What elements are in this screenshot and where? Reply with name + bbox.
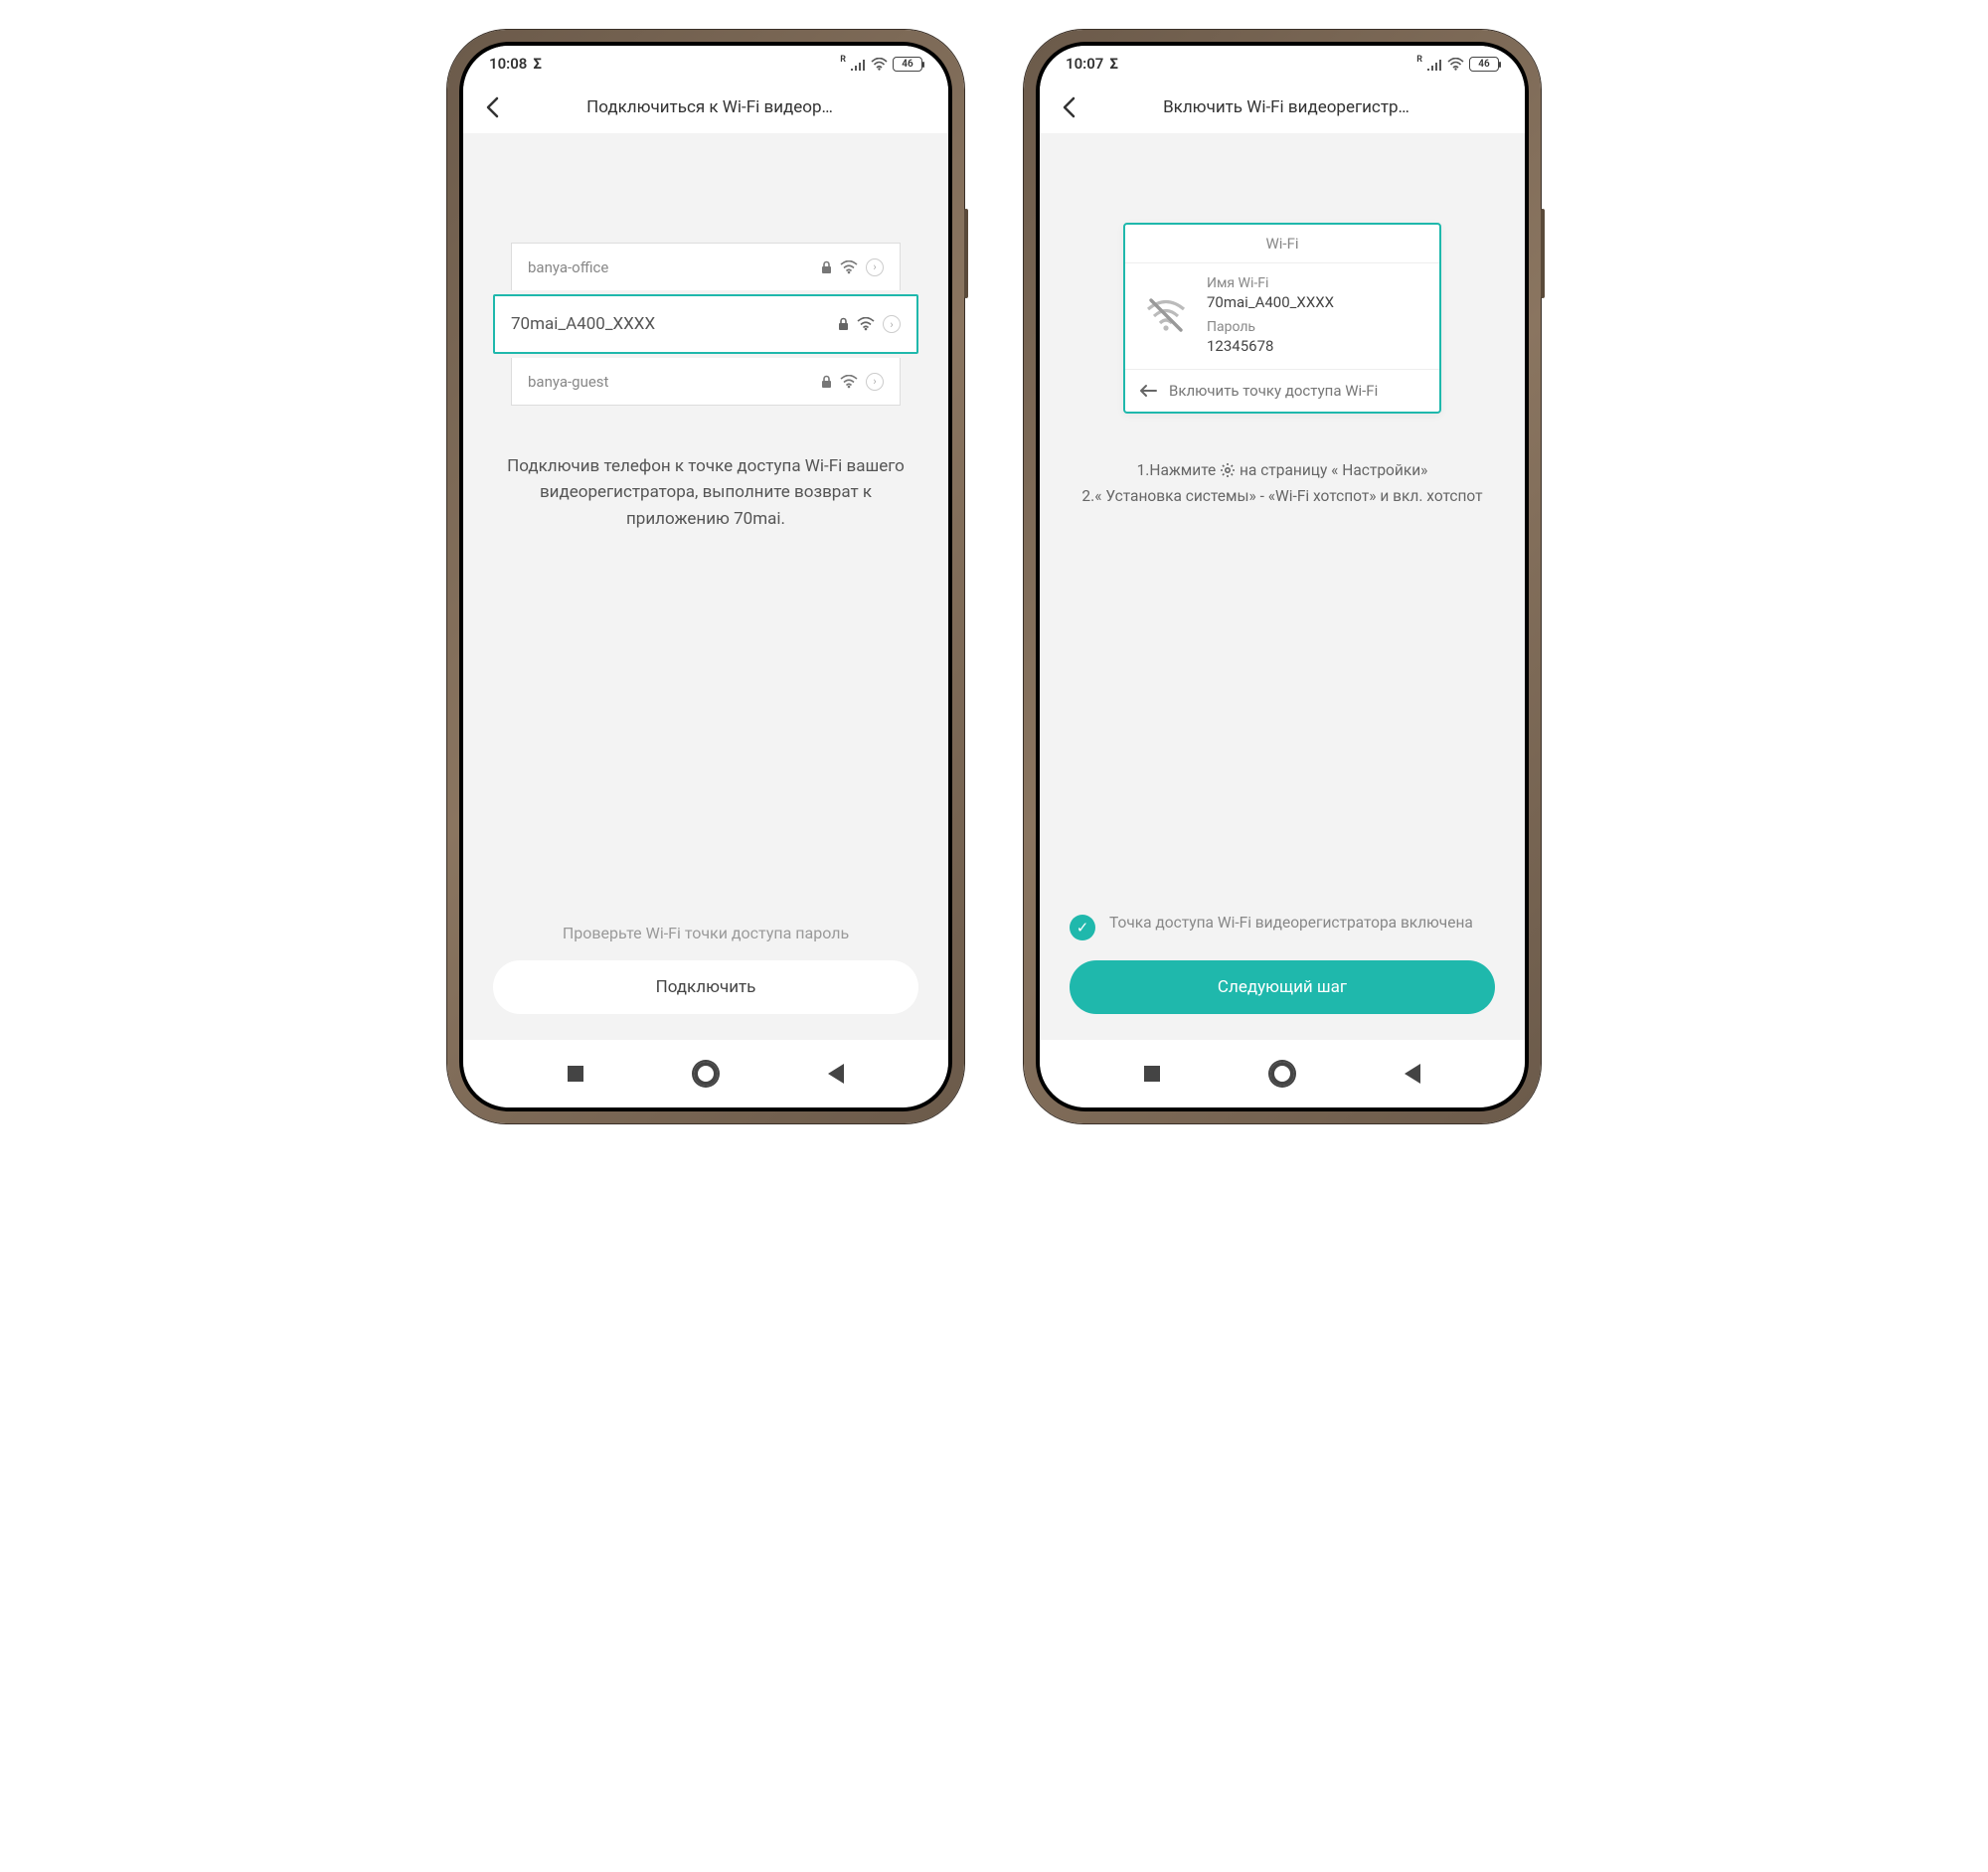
confirm-label: Точка доступа Wi-Fi видеорегистратора вк… bbox=[1109, 913, 1473, 935]
screen-bezel: 10:08 Σ R 46 Подключиться к Wi-Fi видеор… bbox=[459, 42, 952, 1111]
instruction-line-2: 2.« Установка системы» - «Wi-Fi хотспот»… bbox=[1070, 483, 1495, 509]
system-nav-bar bbox=[1040, 1040, 1525, 1107]
network-label: R bbox=[1416, 55, 1422, 65]
wifi-password-label: Пароль bbox=[1207, 319, 1334, 335]
page-title: Включить Wi-Fi видеорегистр… bbox=[1093, 97, 1479, 117]
wifi-signal-icon bbox=[840, 260, 858, 274]
app-header: Подключиться к Wi-Fi видеор… bbox=[463, 82, 948, 133]
wifi-item-selected[interactable]: 70mai_A400_XXXX › bbox=[493, 294, 918, 354]
connect-button-label: Подключить bbox=[656, 977, 756, 997]
instruction-text: Подключив телефон к точке доступа Wi-Fi … bbox=[493, 453, 918, 532]
wifi-off-icon bbox=[1143, 292, 1189, 338]
battery-icon: 46 bbox=[1469, 57, 1499, 72]
status-time: 10:08 bbox=[489, 55, 527, 73]
lock-icon bbox=[838, 317, 849, 331]
phone-right: 10:07 Σ R 46 Включить Wi-Fi видеорегистр… bbox=[1024, 30, 1541, 1123]
wifi-name: banya-office bbox=[528, 258, 813, 276]
check-icon: ✓ bbox=[1070, 915, 1095, 940]
wifi-icon bbox=[871, 58, 888, 71]
wifi-list: banya-office › 70mai_A400_XXXX › bbox=[493, 243, 918, 406]
back-button[interactable] bbox=[1058, 96, 1079, 118]
wifi-name-label: Имя Wi-Fi bbox=[1207, 275, 1334, 291]
card-footer-label: Включить точку доступа Wi-Fi bbox=[1169, 382, 1378, 400]
wifi-info-card: Wi-Fi Имя Wi-Fi 70mai_A400_XXXX bbox=[1123, 223, 1441, 414]
app-header: Включить Wi-Fi видеорегистр… bbox=[1040, 82, 1525, 133]
nav-back-icon[interactable] bbox=[1405, 1064, 1420, 1084]
gear-icon bbox=[1220, 462, 1236, 478]
wifi-name-value: 70mai_A400_XXXX bbox=[1207, 293, 1334, 311]
lock-icon bbox=[821, 260, 832, 274]
status-bar: 10:07 Σ R 46 bbox=[1040, 46, 1525, 82]
signal-icon bbox=[1427, 58, 1442, 71]
battery-icon: 46 bbox=[893, 57, 922, 72]
back-button[interactable] bbox=[481, 96, 503, 118]
status-time: 10:07 bbox=[1066, 55, 1103, 73]
nav-recent-icon[interactable] bbox=[568, 1066, 583, 1082]
wifi-item[interactable]: banya-office › bbox=[511, 243, 901, 290]
wifi-item[interactable]: banya-guest › bbox=[511, 358, 901, 406]
nav-back-icon[interactable] bbox=[828, 1064, 844, 1084]
signal-icon bbox=[851, 58, 866, 71]
hint-text: Проверьте Wi-Fi точки доступа пароль bbox=[493, 924, 918, 942]
content-area: Wi-Fi Имя Wi-Fi 70mai_A400_XXXX bbox=[1040, 133, 1525, 1040]
content-area: banya-office › 70mai_A400_XXXX › bbox=[463, 133, 948, 1040]
status-bar: 10:08 Σ R 46 bbox=[463, 46, 948, 82]
next-step-button-label: Следующий шаг bbox=[1218, 977, 1347, 997]
wifi-name: banya-guest bbox=[528, 373, 813, 391]
wifi-name: 70mai_A400_XXXX bbox=[511, 314, 830, 334]
chevron-right-icon: › bbox=[883, 315, 901, 333]
wifi-icon bbox=[1447, 58, 1464, 71]
lock-icon bbox=[821, 375, 832, 389]
connect-button[interactable]: Подключить bbox=[493, 960, 918, 1014]
app-indicator-icon: Σ bbox=[1109, 55, 1118, 73]
wifi-signal-icon bbox=[857, 317, 875, 331]
confirm-checkbox-row[interactable]: ✓ Точка доступа Wi-Fi видеорегистратора … bbox=[1070, 913, 1495, 940]
nav-recent-icon[interactable] bbox=[1144, 1066, 1160, 1082]
page-title: Подключиться к Wi-Fi видеор… bbox=[517, 97, 903, 117]
screen-bezel: 10:07 Σ R 46 Включить Wi-Fi видеорегистр… bbox=[1036, 42, 1529, 1111]
screen: 10:08 Σ R 46 Подключиться к Wi-Fi видеор… bbox=[463, 46, 948, 1107]
card-title: Wi-Fi bbox=[1125, 225, 1439, 263]
instructions: 1.Нажмите на страницу « Настройки» 2.« У… bbox=[1070, 457, 1495, 510]
enable-hotspot-row[interactable]: Включить точку доступа Wi-Fi bbox=[1125, 369, 1439, 412]
app-indicator-icon: Σ bbox=[533, 55, 542, 73]
chevron-right-icon: › bbox=[866, 258, 884, 276]
instruction-line-1: 1.Нажмите на страницу « Настройки» bbox=[1070, 457, 1495, 483]
system-nav-bar bbox=[463, 1040, 948, 1107]
network-label: R bbox=[840, 55, 846, 65]
nav-home-icon[interactable] bbox=[1270, 1062, 1294, 1086]
wifi-signal-icon bbox=[840, 375, 858, 389]
arrow-left-icon bbox=[1139, 384, 1157, 398]
nav-home-icon[interactable] bbox=[694, 1062, 718, 1086]
screen: 10:07 Σ R 46 Включить Wi-Fi видеорегистр… bbox=[1040, 46, 1525, 1107]
next-step-button[interactable]: Следующий шаг bbox=[1070, 960, 1495, 1014]
chevron-right-icon: › bbox=[866, 373, 884, 391]
phone-left: 10:08 Σ R 46 Подключиться к Wi-Fi видеор… bbox=[447, 30, 964, 1123]
wifi-password-value: 12345678 bbox=[1207, 337, 1334, 355]
